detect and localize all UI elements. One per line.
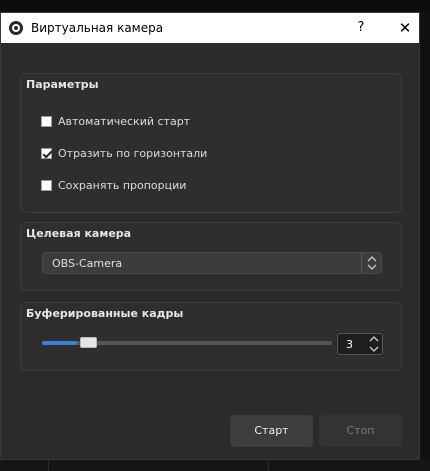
start-button[interactable]: Старт xyxy=(230,415,313,447)
target-camera-title: Целевая камера xyxy=(26,227,132,240)
obs-logo-icon xyxy=(9,21,23,35)
spin-down-icon[interactable] xyxy=(366,344,382,354)
background-divider xyxy=(48,460,52,471)
buffered-frames-group: Буферированные кадры 3 xyxy=(20,302,402,371)
target-camera-group: Целевая камера OBS-Camera xyxy=(20,222,402,291)
title-bar: Виртуальная камера ? ✕ xyxy=(1,13,419,43)
spin-up-icon[interactable] xyxy=(366,334,382,344)
buffered-frames-spinbox[interactable]: 3 xyxy=(337,333,383,355)
checkbox-auto-start[interactable] xyxy=(41,115,52,127)
buffered-frames-title: Буферированные кадры xyxy=(26,307,184,320)
help-button[interactable]: ? xyxy=(351,19,371,37)
option-flip-horizontal-label: Отразить по горизонтали xyxy=(58,146,208,160)
option-auto-start[interactable]: Автоматический старт xyxy=(41,113,190,129)
target-camera-value: OBS-Camera xyxy=(52,257,123,270)
option-auto-start-label: Автоматический старт xyxy=(58,114,191,128)
slider-fill xyxy=(42,341,77,345)
updown-chevron-icon xyxy=(361,253,381,273)
option-keep-aspect-label: Сохранять пропорции xyxy=(58,178,187,192)
parameters-group: Параметры Автоматический старт Отразить … xyxy=(20,73,402,213)
option-keep-aspect[interactable]: Сохранять пропорции xyxy=(41,177,186,193)
checkbox-flip-horizontal[interactable] xyxy=(41,147,52,159)
parameters-title: Параметры xyxy=(26,78,99,91)
slider-handle[interactable] xyxy=(80,337,98,348)
spin-buttons xyxy=(366,334,382,354)
close-button[interactable]: ✕ xyxy=(395,19,415,37)
background-desktop-bottom xyxy=(0,460,430,471)
target-camera-select[interactable]: OBS-Camera xyxy=(42,252,382,274)
option-flip-horizontal[interactable]: Отразить по горизонтали xyxy=(41,145,207,161)
background-desktop-top xyxy=(0,0,430,12)
checkbox-keep-aspect[interactable] xyxy=(41,179,52,191)
stop-button[interactable]: Стоп xyxy=(319,415,402,447)
window-title: Виртуальная камера xyxy=(31,21,164,35)
buffered-frames-value: 3 xyxy=(346,338,353,351)
background-divider xyxy=(268,460,272,471)
virtual-camera-dialog: Виртуальная камера ? ✕ Параметры Автомат… xyxy=(0,12,420,460)
